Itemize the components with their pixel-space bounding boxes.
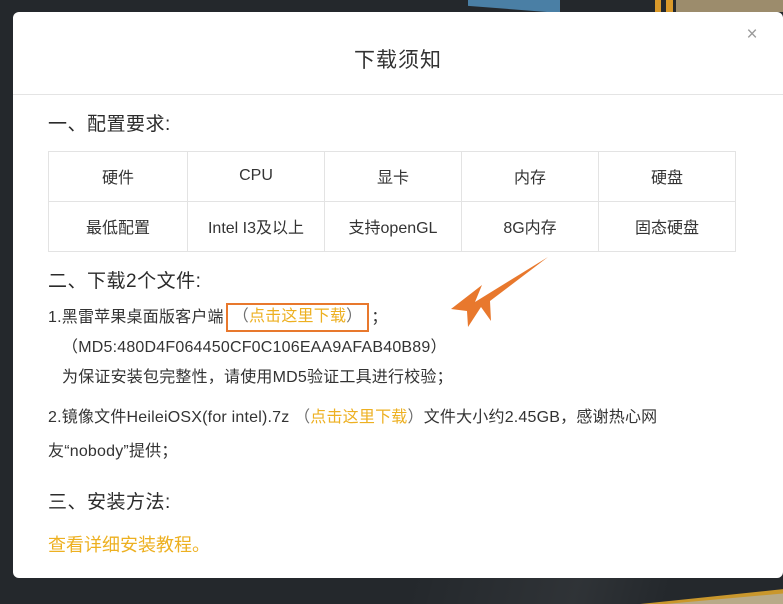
table-row: 最低配置 Intel I3及以上 支持openGL 8G内存 固态硬盘 — [48, 200, 736, 252]
requirements-table: 硬件 CPU 显卡 内存 硬盘 最低配置 Intel I3及以上 支持openG… — [48, 150, 736, 252]
paren-close: ） — [346, 308, 363, 326]
table-cell: 支持openGL — [324, 200, 462, 252]
download-item-1: 1.黑雷苹果桌面版客户端 （点击这里下载）； — [48, 303, 749, 333]
download-link-2[interactable]: 点击这里下载 — [310, 409, 407, 426]
dialog-header: 下载须知 × — [13, 12, 783, 95]
table-cell: 最低配置 — [48, 200, 188, 252]
install-tutorial-link-row: 查看详细安装教程。 — [48, 530, 749, 562]
table-header-cell: 硬件 — [48, 150, 188, 202]
table-cell: 固态硬盘 — [598, 200, 736, 252]
download-item-1-suffix: ； — [371, 309, 388, 326]
table-header-cell: CPU — [187, 150, 325, 202]
dialog-body: 一、配置要求: 硬件 CPU 显卡 内存 硬盘 最低配置 Intel I3及以上… — [13, 111, 783, 562]
table-cell: 8G内存 — [461, 200, 599, 252]
install-tutorial-link[interactable]: 查看详细安装教程。 — [48, 535, 210, 555]
backdrop-orange-bar-2 — [666, 0, 673, 12]
md5-verify-note: 为保证安装包完整性，请使用MD5验证工具进行校验； — [62, 369, 453, 386]
table-row: 硬件 CPU 显卡 内存 硬盘 — [48, 150, 736, 202]
md5-checksum-line: （MD5:480D4F064450CF0C106EAA9AFAB40B89） — [62, 339, 447, 356]
download-link-1-highlight[interactable]: （点击这里下载） — [225, 303, 370, 333]
backdrop-tan-band — [676, 0, 783, 12]
paren-open: （ — [232, 308, 249, 326]
table-header-cell: 硬盘 — [598, 150, 736, 202]
paren-close: ） — [407, 409, 424, 426]
download-item-2-label: 2.镜像文件HeileiOSX(for intel).7z — [48, 409, 290, 426]
download-link-1[interactable]: 点击这里下载 — [249, 308, 346, 325]
table-header-cell: 显卡 — [324, 150, 462, 202]
table-cell: Intel I3及以上 — [187, 200, 325, 252]
download-notice-dialog: 下载须知 × 一、配置要求: 硬件 CPU 显卡 内存 硬盘 最低配置 Inte… — [13, 12, 783, 578]
paren-open: （ — [294, 409, 311, 426]
backdrop-orange-bar-1 — [655, 0, 661, 12]
download-item-2: 2.镜像文件HeileiOSX(for intel).7z （点击这里下载）文件… — [48, 401, 738, 469]
requirements-heading: 一、配置要求: — [48, 114, 171, 135]
download-item-1-label: 1.黑雷苹果桌面版客户端 — [48, 309, 224, 326]
dialog-title: 下载须知 — [354, 49, 442, 72]
install-heading: 三、安装方法: — [48, 492, 171, 513]
close-icon[interactable]: × — [739, 22, 765, 48]
table-header-cell: 内存 — [461, 150, 599, 202]
downloads-heading: 二、下载2个文件: — [48, 270, 202, 292]
